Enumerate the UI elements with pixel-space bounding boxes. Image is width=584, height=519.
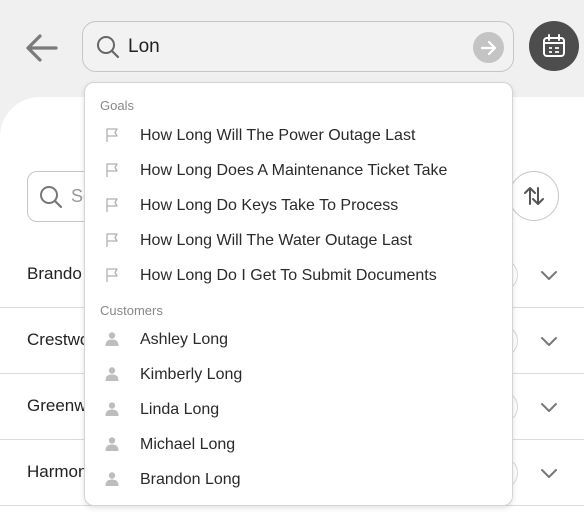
customer-suggestion[interactable]: Ashley Long [85, 323, 512, 358]
flag-icon [106, 268, 118, 282]
row-name: Crestwo [27, 330, 90, 349]
goal-suggestion[interactable]: How Long Does A Maintenance Ticket Take [85, 154, 512, 189]
calendar-button[interactable] [529, 21, 579, 71]
chevron-down-icon[interactable] [540, 398, 558, 416]
search-bar [82, 21, 514, 72]
flag-icon [106, 233, 118, 247]
customer-suggestion-label: Kimberly Long [140, 366, 243, 383]
person-icon [105, 332, 119, 346]
flag-icon [106, 163, 118, 177]
goal-suggestion[interactable]: How Long Do I Get To Submit Documents [85, 259, 512, 294]
person-icon [105, 367, 119, 381]
search-input[interactable] [128, 32, 458, 62]
calendar-icon [543, 34, 565, 57]
customer-suggestion-label: Brandon Long [140, 471, 241, 488]
flag-icon [106, 128, 118, 142]
chevron-down-icon[interactable] [540, 266, 558, 284]
flag-icon [106, 198, 118, 212]
customer-suggestion[interactable]: Linda Long [85, 393, 512, 428]
person-icon [105, 472, 119, 486]
customer-suggestion[interactable]: Kimberly Long [85, 358, 512, 393]
person-icon [105, 402, 119, 416]
goal-suggestion-label: How Long Do Keys Take To Process [140, 197, 399, 214]
row-name: Greenw [27, 396, 87, 415]
customer-suggestion-label: Ashley Long [140, 331, 229, 348]
chevron-down-icon[interactable] [540, 464, 558, 482]
goal-suggestion[interactable]: How Long Will The Water Outage Last [85, 224, 512, 259]
goals-section-title: Goals [100, 98, 134, 113]
search-icon [40, 186, 63, 209]
customer-suggestion[interactable]: Brandon Long [85, 463, 512, 498]
customer-suggestion-label: Michael Long [140, 436, 236, 453]
arrow-right-circle-icon [480, 40, 496, 55]
back-button[interactable] [22, 28, 62, 68]
goal-suggestion-label: How Long Will The Water Outage Last [140, 232, 413, 249]
chevron-down-icon[interactable] [540, 332, 558, 350]
goal-suggestion[interactable]: How Long Will The Power Outage Last [85, 119, 512, 154]
row-name: Harmon [27, 462, 88, 481]
search-icon [97, 36, 120, 59]
customers-section-title: Customers [100, 303, 163, 318]
search-suggestions-dropdown: Goals How Long Will The Power Outage Las… [84, 82, 513, 506]
goal-suggestion-label: How Long Will The Power Outage Last [140, 127, 416, 144]
person-icon [105, 437, 119, 451]
sort-button[interactable] [509, 171, 559, 221]
goal-suggestion-label: How Long Do I Get To Submit Documents [140, 267, 437, 284]
sort-icon [524, 187, 544, 205]
goal-suggestion-label: How Long Does A Maintenance Ticket Take [140, 162, 448, 179]
customer-suggestion-label: Linda Long [140, 401, 220, 418]
goal-suggestion[interactable]: How Long Do Keys Take To Process [85, 189, 512, 224]
customer-suggestion[interactable]: Michael Long [85, 428, 512, 463]
arrow-left-icon [26, 34, 58, 62]
row-name: Brando [27, 264, 82, 283]
submit-search-button[interactable] [473, 32, 504, 63]
